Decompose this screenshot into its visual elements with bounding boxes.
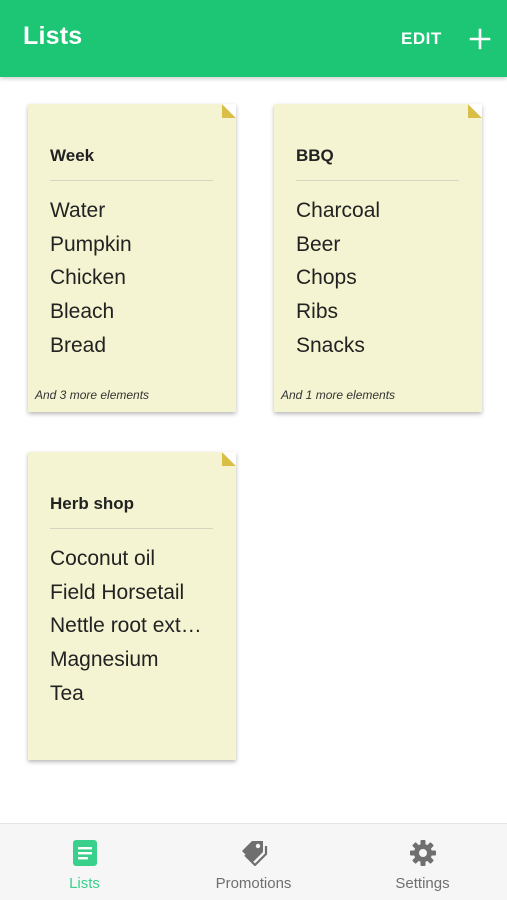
edit-button[interactable]: EDIT [401, 29, 442, 49]
list-item: Tea [50, 681, 84, 705]
card-items: Coconut oil Field Horsetail Nettle root … [50, 542, 220, 710]
list-item: Beer [296, 232, 341, 256]
list-item: Coconut oil [50, 547, 156, 570]
list-item: Bleach [50, 300, 115, 324]
card-items: Charcoal Beer Chops Ribs Snacks [296, 194, 466, 362]
list-card-week[interactable]: Week Water Pumpkin Chicken Bleach Bread … [28, 104, 236, 412]
card-title: BBQ [296, 146, 334, 165]
list-item: Ribs [296, 300, 339, 324]
list-item: Water [50, 199, 106, 222]
tab-lists[interactable]: Lists [0, 824, 169, 900]
list-card-bbq[interactable]: BBQ Charcoal Beer Chops Ribs Snacks And … [274, 104, 482, 412]
tab-label: Lists [69, 875, 100, 892]
folded-corner-icon [222, 104, 236, 118]
list-item: Chops [296, 266, 357, 290]
card-title: Herb shop [50, 494, 135, 513]
more-elements-text: And 1 more elements [281, 388, 396, 402]
list-item: Chicken [50, 266, 126, 290]
page-title: Lists [23, 22, 83, 50]
bottom-navigation: Lists Promotions Settings [0, 823, 507, 900]
card-items: Water Pumpkin Chicken Bleach Bread [50, 194, 220, 362]
more-elements-text: And 3 more elements [35, 388, 150, 402]
tab-label: Settings [395, 875, 450, 892]
tab-settings[interactable]: Settings [338, 824, 507, 900]
list-item: Magnesium [50, 648, 159, 672]
app-bar: Lists EDIT [0, 0, 507, 77]
list-card-herb-shop[interactable]: Herb shop Coconut oil Field Horsetail Ne… [28, 452, 236, 760]
folded-corner-icon [468, 104, 482, 118]
list-item: Bread [50, 333, 107, 357]
tag-icon [242, 841, 268, 867]
divider [50, 180, 213, 181]
plus-icon[interactable] [469, 28, 491, 50]
app-screen: Lists EDIT Week Water Pumpkin Chicken Bl… [0, 0, 507, 900]
list-item: Nettle root ext… [50, 614, 202, 638]
list-item: Charcoal [296, 199, 381, 222]
divider [50, 528, 213, 529]
list-item: Pumpkin [50, 232, 132, 256]
tab-label: Promotions [215, 875, 292, 892]
folded-corner-icon [222, 452, 236, 466]
list-icon [73, 840, 97, 866]
gear-icon [410, 840, 436, 866]
divider [296, 180, 459, 181]
tab-promotions[interactable]: Promotions [169, 824, 338, 900]
list-item: Snacks [296, 333, 365, 357]
card-title: Week [50, 146, 95, 165]
list-item: Field Horsetail [50, 580, 185, 604]
